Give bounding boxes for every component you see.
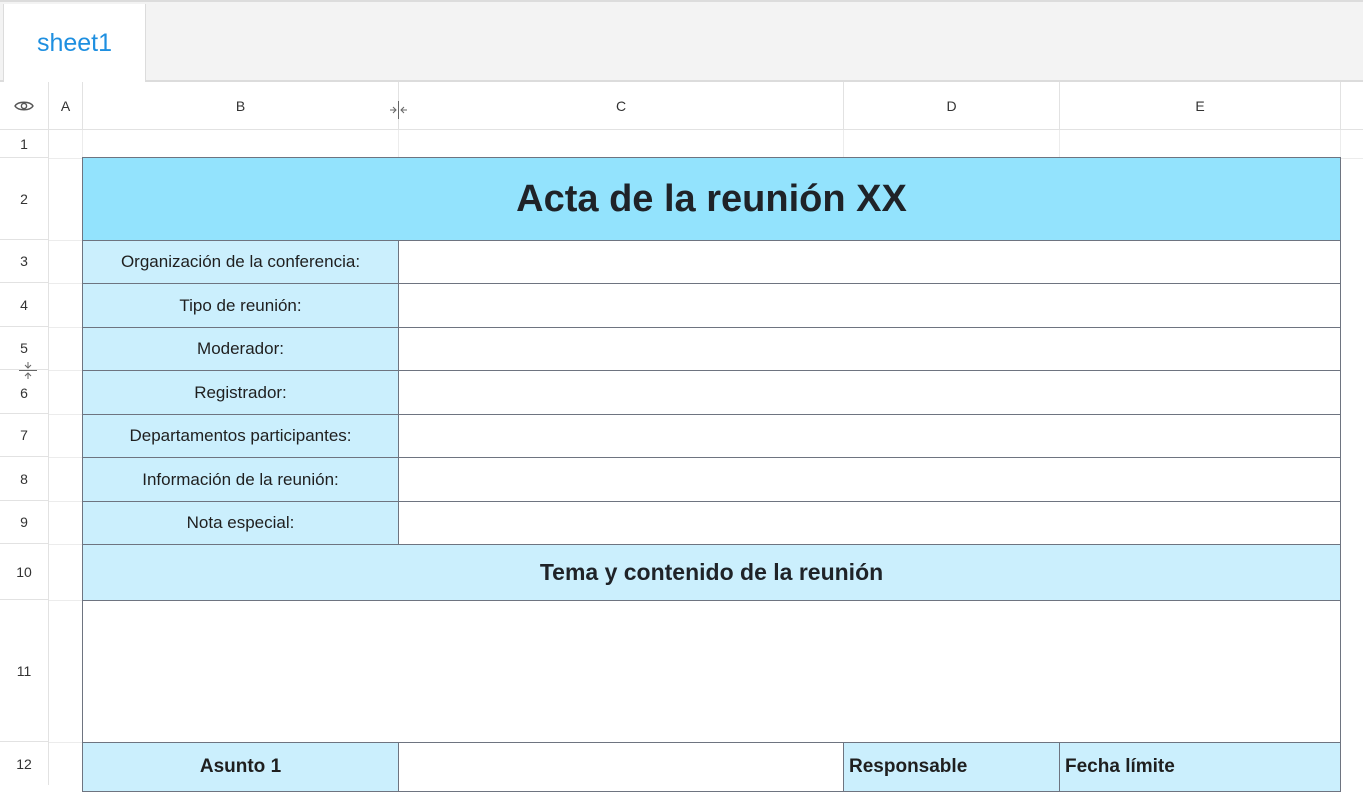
field-label-nota-especial[interactable]: Nota especial: xyxy=(82,501,399,545)
row-header-10[interactable]: 10 xyxy=(0,544,49,600)
gridline xyxy=(398,130,399,158)
section-title-cell[interactable]: Tema y contenido de la reunión xyxy=(82,544,1341,601)
gridline xyxy=(49,501,83,502)
row-resize-icon[interactable] xyxy=(18,360,38,381)
field-label-informacion[interactable]: Información de la reunión: xyxy=(82,457,399,502)
eye-icon xyxy=(14,101,34,110)
row-header-1[interactable]: 1 xyxy=(0,130,49,158)
gridline xyxy=(49,283,83,284)
gridline xyxy=(49,414,83,415)
column-header-d[interactable]: D xyxy=(844,82,1060,130)
select-all-corner[interactable] xyxy=(0,82,49,130)
field-label-registrador[interactable]: Registrador: xyxy=(82,370,399,415)
field-value-nota-especial[interactable] xyxy=(398,501,1341,545)
field-value-departamentos[interactable] xyxy=(398,414,1341,458)
field-value-organizacion[interactable] xyxy=(398,240,1341,284)
gridline xyxy=(49,457,83,458)
field-label-organizacion[interactable]: Organización de la conferencia: xyxy=(82,240,399,284)
column-resize-icon[interactable] xyxy=(388,100,409,120)
gridline xyxy=(843,130,844,158)
gridline xyxy=(49,742,83,743)
row-header-11[interactable]: 11 xyxy=(0,600,49,742)
gridline xyxy=(49,327,83,328)
topic-content-cell[interactable] xyxy=(82,600,1341,743)
column-header-empty xyxy=(1341,82,1363,130)
column-header-a[interactable]: A xyxy=(49,82,83,130)
field-label-departamentos[interactable]: Departamentos participantes: xyxy=(82,414,399,458)
row-header-12[interactable]: 12 xyxy=(0,742,49,785)
field-value-tipo-reunion[interactable] xyxy=(398,283,1341,328)
field-label-tipo-reunion[interactable]: Tipo de reunión: xyxy=(82,283,399,328)
gridline xyxy=(49,240,83,241)
row-header-2[interactable]: 2 xyxy=(0,158,49,240)
field-value-registrador[interactable] xyxy=(398,370,1341,415)
field-label-moderador[interactable]: Moderador: xyxy=(82,327,399,371)
gridline xyxy=(49,370,83,371)
column-header-c[interactable]: C xyxy=(399,82,844,130)
row-header-3[interactable]: 3 xyxy=(0,240,49,283)
row-header-9[interactable]: 9 xyxy=(0,501,49,544)
gridline xyxy=(1059,130,1060,158)
gridline xyxy=(49,600,83,601)
row-header-4[interactable]: 4 xyxy=(0,283,49,327)
spreadsheet-grid: A B C D E 1 2 3 4 5 6 7 8 9 10 11 12 Act… xyxy=(0,0,1363,792)
row-header-8[interactable]: 8 xyxy=(0,457,49,501)
row-header-7[interactable]: 7 xyxy=(0,414,49,457)
field-value-moderador[interactable] xyxy=(398,327,1341,371)
field-value-informacion[interactable] xyxy=(398,457,1341,502)
title-cell[interactable]: Acta de la reunión XX xyxy=(82,157,1341,241)
column-header-b[interactable]: B xyxy=(83,82,399,130)
gridline xyxy=(49,544,83,545)
column-header-e[interactable]: E xyxy=(1060,82,1341,130)
